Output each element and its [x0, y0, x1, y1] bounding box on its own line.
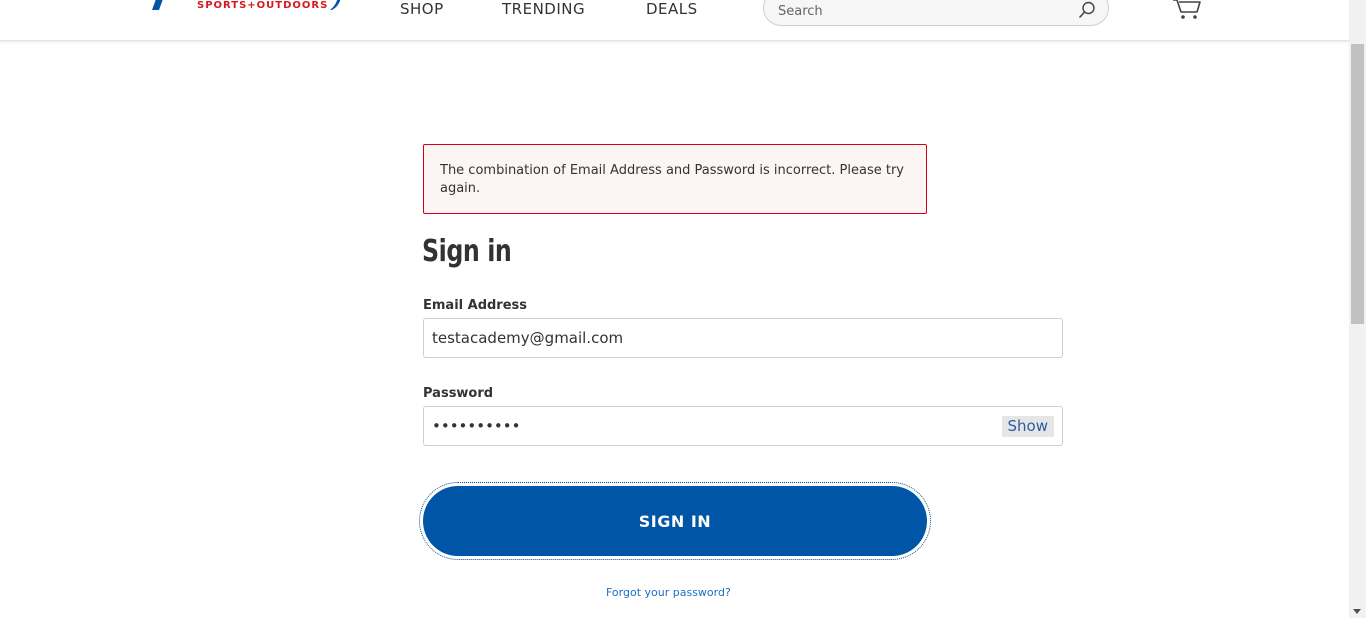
sign-in-button[interactable]: SIGN IN: [423, 486, 927, 556]
logo-mark-icon: [152, 0, 163, 10]
email-field[interactable]: [432, 328, 992, 348]
email-field-wrapper: [423, 318, 1063, 358]
email-label: Email Address: [423, 298, 528, 313]
show-password-button[interactable]: Show: [1001, 416, 1054, 437]
academy-logo[interactable]: SPORTS+OUTDOORS: [150, 0, 341, 14]
nav-deals[interactable]: DEALS: [646, 0, 698, 18]
password-label: Password: [423, 386, 494, 401]
logo-arc-icon: [330, 0, 341, 10]
logo-subtext: SPORTS+OUTDOORS: [197, 0, 329, 11]
site-header: SPORTS+OUTDOORS SHOP TRENDING DEALS: [0, 0, 1349, 41]
nav-trending[interactable]: TRENDING: [502, 0, 585, 18]
login-error-alert: The combination of Email Address and Pas…: [423, 144, 927, 214]
page-scrollbar[interactable]: [1349, 0, 1366, 618]
password-field[interactable]: [432, 416, 992, 436]
scroll-down-arrow-icon[interactable]: [1353, 609, 1361, 614]
search-icon[interactable]: [1078, 1, 1096, 19]
forgot-password-link[interactable]: Forgot your password?: [606, 586, 731, 599]
nav-shop[interactable]: SHOP: [400, 0, 444, 18]
password-field-wrapper: Show: [423, 406, 1063, 446]
error-message: The combination of Email Address and Pas…: [440, 163, 904, 196]
search-bar: [763, 0, 1109, 26]
cart-icon[interactable]: [1172, 0, 1202, 20]
search-input[interactable]: [778, 1, 1068, 21]
page-title: Sign in: [422, 234, 512, 269]
scrollbar-thumb[interactable]: [1351, 44, 1364, 324]
